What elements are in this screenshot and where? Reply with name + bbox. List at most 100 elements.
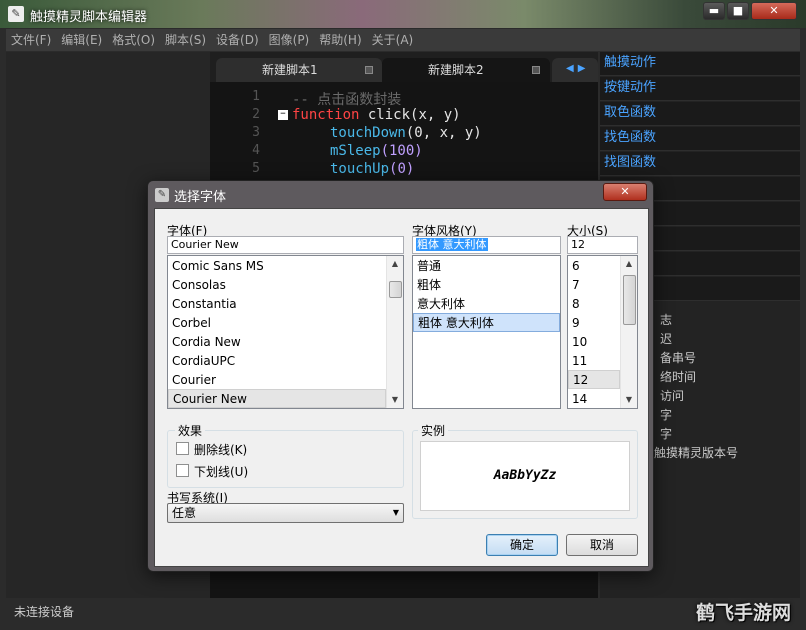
menu-about[interactable]: 关于(A)	[367, 29, 419, 51]
scroll-thumb[interactable]	[389, 281, 402, 298]
fold-collapse-icon[interactable]: −	[278, 110, 288, 120]
list-item[interactable]: Corbel	[168, 314, 386, 333]
code-line: 2 − function click(x, y)	[210, 107, 598, 125]
style-list[interactable]: 普通 粗体 意大利体 粗体 意大利体	[412, 255, 561, 409]
panel-item-getcolor[interactable]: 取色函数	[600, 102, 800, 126]
font-list[interactable]: Comic Sans MS Consolas Constantia Corbel…	[167, 255, 404, 409]
list-item[interactable]: Consolas	[168, 276, 386, 295]
list-item[interactable]: Constantia	[168, 295, 386, 314]
size-input[interactable]: 12	[567, 236, 638, 254]
strikeout-label: 删除线(K)	[194, 443, 248, 457]
scroll-down-icon[interactable]: ▼	[387, 392, 403, 408]
list-item[interactable]: Comic Sans MS	[168, 257, 386, 276]
list-item[interactable]: Cordia New	[168, 333, 386, 352]
cancel-button[interactable]: 取消	[566, 534, 638, 556]
dialog-close-button[interactable]: ✕	[603, 183, 647, 201]
tab-script-1[interactable]: 新建脚本1	[216, 58, 382, 82]
style-input[interactable]: 粗体 意大利体	[412, 236, 561, 254]
code-args: (0, x, y)	[405, 125, 482, 141]
menu-image[interactable]: 图像(P)	[264, 29, 315, 51]
list-item[interactable]: CordiaUPC	[168, 352, 386, 371]
minimize-button[interactable]: ▬	[703, 2, 725, 20]
tab-scroll-arrows-icon[interactable]: ◀▶	[566, 63, 589, 74]
menu-format[interactable]: 格式(O)	[107, 29, 160, 51]
size-list[interactable]: 6 7 8 9 10 11 12 14 ▲ ▼	[567, 255, 638, 409]
sample-label: 实例	[418, 422, 449, 439]
underline-checkbox[interactable]	[176, 464, 189, 477]
list-item[interactable]: 14	[568, 390, 620, 408]
window-title: 触摸精灵脚本编辑器	[30, 10, 148, 25]
tab-close-icon[interactable]	[532, 66, 540, 74]
menu-edit[interactable]: 编辑(E)	[56, 29, 107, 51]
maximize-button[interactable]: ■	[727, 2, 749, 20]
panel-item-key[interactable]: 按键动作	[600, 77, 800, 101]
list-item[interactable]: 11	[568, 352, 620, 371]
panel-subitem[interactable]: 志	[660, 311, 672, 328]
list-item[interactable]: 7	[568, 276, 620, 295]
code-line: 5 touchUp(0)	[210, 161, 598, 179]
main-window: ✎ 触摸精灵脚本编辑器 ▬ ■ ✕ 文件(F) 编辑(E) 格式(O) 脚本(S) 设备…	[0, 0, 806, 630]
scroll-up-icon[interactable]: ▲	[387, 256, 403, 272]
code-line: 3 touchDown(0, x, y)	[210, 125, 598, 143]
sample-text: AaBbYyZz	[493, 468, 557, 483]
code-line: 1 -- 点击函数封装	[210, 89, 598, 108]
code-call: touchUp	[330, 161, 390, 177]
list-item[interactable]: 意大利体	[413, 295, 560, 314]
tab-label: 新建脚本1	[262, 63, 318, 77]
menu-file[interactable]: 文件(F)	[6, 29, 56, 51]
list-item-selected[interactable]: 粗体 意大利体	[413, 313, 560, 332]
script-dropdown-value: 任意	[172, 506, 197, 520]
font-list-scrollbar[interactable]: ▲ ▼	[386, 256, 403, 408]
tab-close-icon[interactable]	[365, 66, 373, 74]
panel-item-touch[interactable]: 触摸动作	[600, 52, 800, 76]
tab-bar: 新建脚本1 新建脚本2	[210, 52, 598, 82]
menu-script[interactable]: 脚本(S)	[160, 29, 211, 51]
panel-subitem[interactable]: 访问	[660, 387, 684, 404]
size-list-scrollbar[interactable]: ▲ ▼	[620, 256, 637, 408]
list-item-selected[interactable]: Courier New	[168, 389, 386, 408]
underline-label: 下划线(U)	[194, 465, 249, 479]
title-bar: ✎ 触摸精灵脚本编辑器 ▬ ■ ✕	[0, 0, 806, 28]
scroll-thumb[interactable]	[623, 275, 636, 325]
dialog-app-icon: ✎	[155, 188, 169, 202]
sample-preview: AaBbYyZz	[420, 441, 630, 511]
ok-button[interactable]: 确定	[486, 534, 558, 556]
scroll-down-icon[interactable]: ▼	[621, 392, 637, 408]
panel-subitem[interactable]: 触摸精灵版本号	[654, 444, 738, 461]
close-window-button[interactable]: ✕	[751, 2, 797, 20]
panel-subitem[interactable]: 迟	[660, 330, 672, 347]
panel-item-findcolor[interactable]: 找色函数	[600, 127, 800, 151]
script-dropdown[interactable]: 任意 ▼	[167, 503, 404, 523]
app-icon: ✎	[8, 6, 24, 22]
code-keyword: function	[292, 107, 360, 123]
effects-label: 效果	[175, 422, 206, 439]
list-item[interactable]: 8	[568, 295, 620, 314]
tab-script-2[interactable]: 新建脚本2	[382, 58, 550, 82]
list-item-selected[interactable]: 12	[568, 370, 620, 389]
chevron-down-icon: ▼	[392, 508, 399, 517]
line-number: 5	[252, 161, 260, 176]
panel-item-findimage[interactable]: 找图函数	[600, 152, 800, 176]
line-number: 4	[252, 143, 260, 158]
list-item[interactable]: 普通	[413, 257, 560, 276]
list-item[interactable]: 粗体	[413, 276, 560, 295]
line-number: 3	[252, 125, 260, 140]
line-number: 1	[252, 89, 260, 104]
panel-subitem[interactable]: 络时间	[660, 368, 696, 385]
status-bar: 未连接设备	[6, 600, 800, 624]
line-number: 2	[252, 107, 260, 122]
strikeout-checkbox[interactable]	[176, 442, 189, 455]
list-item[interactable]: 6	[568, 257, 620, 276]
code-args: (0)	[389, 161, 415, 177]
list-item[interactable]: 9	[568, 314, 620, 333]
scroll-up-icon[interactable]: ▲	[621, 256, 637, 272]
dialog-title: 选择字体	[174, 190, 227, 205]
list-item[interactable]: Courier	[168, 371, 386, 390]
list-item[interactable]: 10	[568, 333, 620, 352]
panel-subitem[interactable]: 字	[660, 425, 672, 442]
font-input[interactable]: Courier New	[167, 236, 404, 254]
panel-subitem[interactable]: 字	[660, 406, 672, 423]
menu-help[interactable]: 帮助(H)	[314, 29, 366, 51]
menu-device[interactable]: 设备(D)	[211, 29, 264, 51]
panel-subitem[interactable]: 备串号	[660, 349, 696, 366]
